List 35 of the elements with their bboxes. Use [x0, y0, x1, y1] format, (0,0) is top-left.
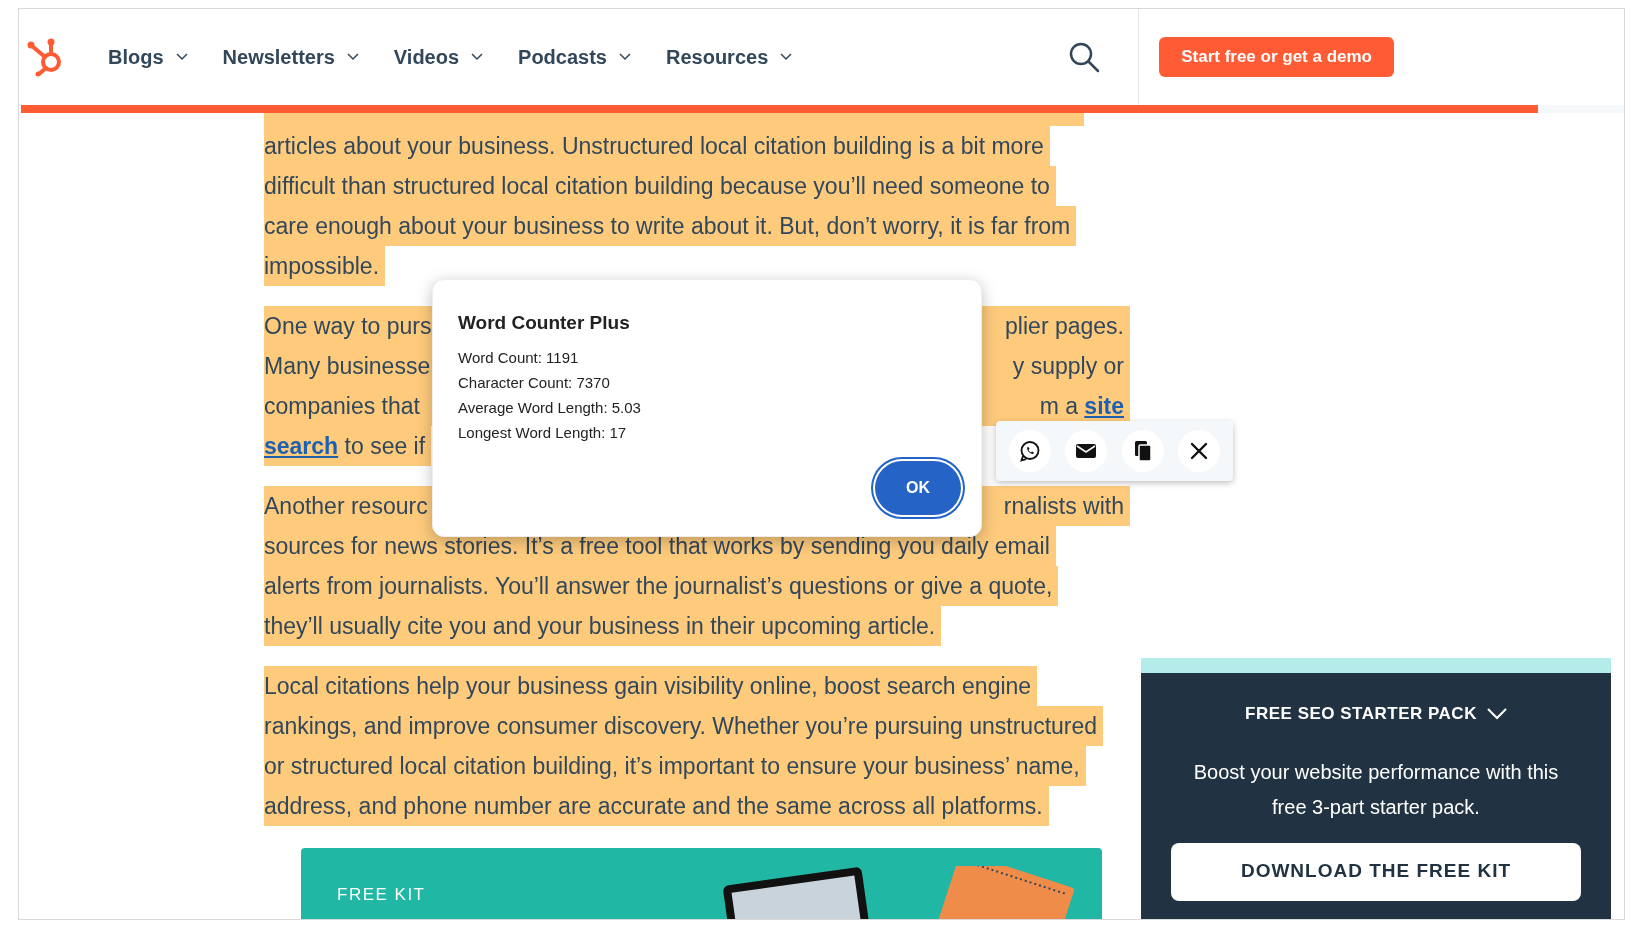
nav-menu-item[interactable]: Podcasts: [518, 42, 631, 72]
chevron-down-icon: [471, 53, 484, 61]
download-kit-button[interactable]: DOWNLOAD THE FREE KIT: [1171, 842, 1581, 901]
mail-button[interactable]: [1065, 430, 1108, 472]
dialog-stat-text: Longest Word Length: 17: [458, 423, 628, 443]
text-fragment: plier pages.: [1005, 314, 1124, 338]
panel-text: Boost your website performance with this free 3-part starter pack.: [1192, 759, 1560, 820]
text-fragment: Many businesse: [264, 354, 431, 378]
chevron-down-icon: [619, 53, 631, 61]
nav-menu-item[interactable]: Resources: [666, 42, 793, 72]
copy-button[interactable]: [1121, 430, 1164, 472]
banner-label: FREE KIT: [337, 884, 426, 906]
whatsapp-button[interactable]: [1009, 430, 1052, 472]
text-fragment: One way to purs: [264, 314, 432, 338]
text-fragment: m a site: [1039, 394, 1124, 418]
close-button[interactable]: [1177, 430, 1220, 472]
dialog-stat-text: Word Count: 1191: [458, 348, 580, 368]
dialog-stat-text: Average Word Length: 5.03: [458, 398, 641, 418]
site-search-link[interactable]: site: [1084, 392, 1124, 419]
nav-menu-item[interactable]: Videos: [393, 42, 484, 72]
chevron-down-icon: [175, 53, 188, 61]
site-search-link[interactable]: search: [264, 433, 339, 459]
search-icon[interactable]: [1068, 41, 1101, 73]
text-fragment: companies that: [264, 394, 420, 418]
chevron-down-icon: [780, 53, 793, 61]
text-fragment: rnalists with: [1003, 494, 1124, 518]
chevron-down-icon: [346, 53, 359, 61]
text-fragment: y supply or: [1012, 354, 1124, 378]
panel-title[interactable]: FREE SEO STARTER PACK: [1245, 701, 1507, 727]
text-fragment: Another resourc: [264, 494, 428, 518]
dialog-stat-text: Character Count: 7370: [458, 373, 611, 393]
nav-menu-item[interactable]: Blogs: [108, 42, 188, 72]
nav-menu-item[interactable]: Newsletters: [222, 42, 359, 72]
chevron-down-icon: [1486, 707, 1507, 720]
dialog-title: Word Counter Plus: [458, 311, 630, 335]
